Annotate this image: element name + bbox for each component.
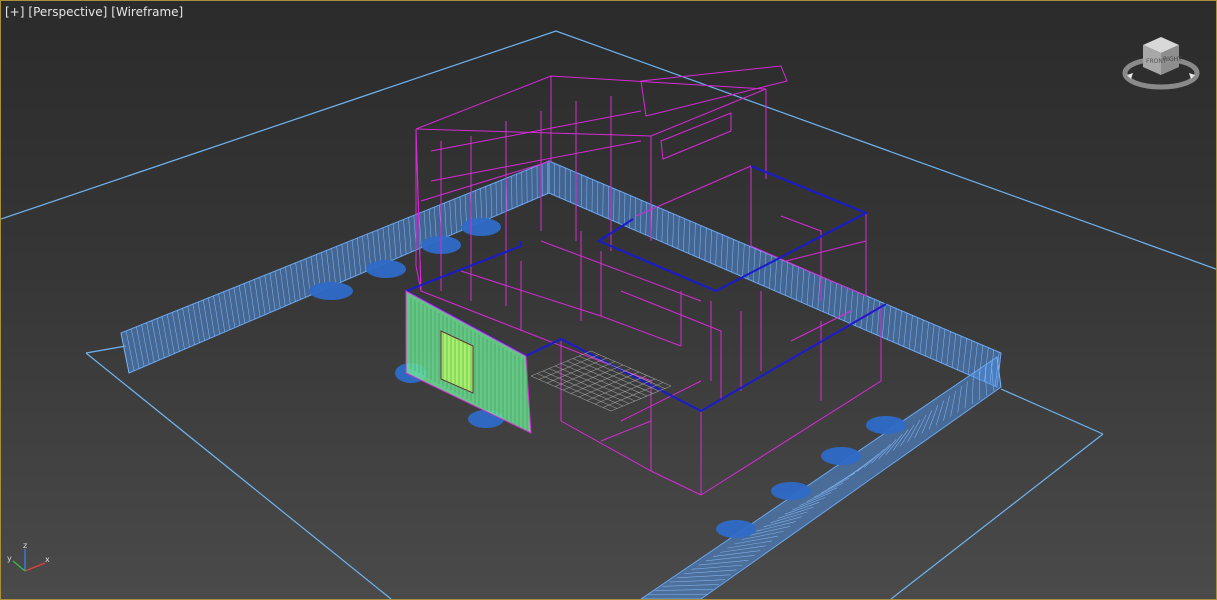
- viewport-view-label[interactable]: [Perspective]: [28, 5, 107, 19]
- axis-y-line: [12, 560, 26, 572]
- axis-y-label: y: [7, 554, 12, 563]
- front-facade[interactable]: [405, 290, 532, 434]
- viewport-menu-label[interactable]: [+]: [5, 5, 24, 19]
- ground-plane-left-edge[interactable]: [85, 352, 392, 599]
- scene-canvas[interactable]: [1, 1, 1216, 599]
- ground-plane-corner-right[interactable]: [1000, 388, 1104, 435]
- viewcube-icon[interactable]: FRONT RIGHT: [1121, 33, 1201, 97]
- ground-plane-right-edge[interactable]: [890, 433, 1104, 599]
- ground-plane-corner-left[interactable]: [85, 345, 127, 354]
- perspective-viewport[interactable]: [+] [Perspective] [Wireframe] FRONT RIGH…: [0, 0, 1217, 600]
- ground-plane-back-edge[interactable]: [1, 30, 1216, 270]
- axis-x-line: [24, 562, 46, 572]
- world-axis-icon: z x y: [7, 541, 50, 572]
- axis-x-label: x: [45, 555, 50, 564]
- viewport-label: [+] [Perspective] [Wireframe]: [5, 5, 183, 19]
- viewcube-right-label: RIGHT: [1163, 56, 1182, 63]
- axis-z-label: z: [23, 541, 27, 550]
- viewport-shading-label[interactable]: [Wireframe]: [111, 5, 183, 19]
